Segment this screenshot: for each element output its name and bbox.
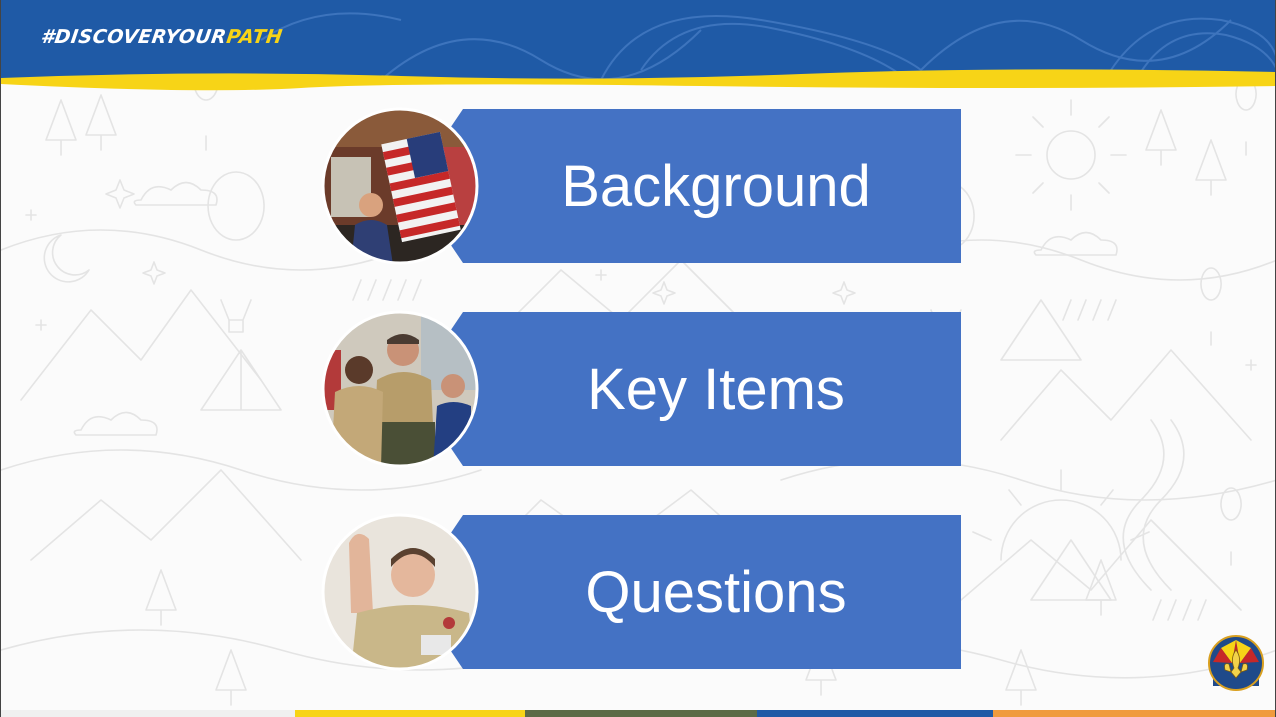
footer-segment [757, 710, 993, 717]
council-fleur-de-lis-logo [1208, 635, 1264, 691]
agenda-item-key-items[interactable]: Key Items [321, 310, 961, 470]
footer-segment [1, 710, 295, 717]
footer-segment [295, 710, 525, 717]
hashtag-title: #DISCOVERYOURPATH [39, 26, 284, 48]
scout-raising-hand-photo [321, 513, 479, 671]
agenda-item-background[interactable]: Background [321, 107, 961, 267]
footer-segment [993, 710, 1275, 717]
agenda-item-questions[interactable]: Questions [321, 513, 961, 673]
footer-color-bar [1, 710, 1275, 717]
hashtag-accent: PATH [224, 26, 285, 48]
footer-segment [525, 710, 757, 717]
slide: #DISCOVERYOURPATH Background Key Items Q… [0, 0, 1276, 717]
flag-ceremony-photo [321, 107, 479, 265]
agenda-label: Questions [585, 559, 847, 625]
scout-leaders-photo [321, 310, 479, 468]
agenda-label: Background [561, 153, 871, 219]
hashtag-prefix: #DISCOVERYOUR [39, 26, 229, 48]
agenda-label: Key Items [587, 356, 845, 422]
